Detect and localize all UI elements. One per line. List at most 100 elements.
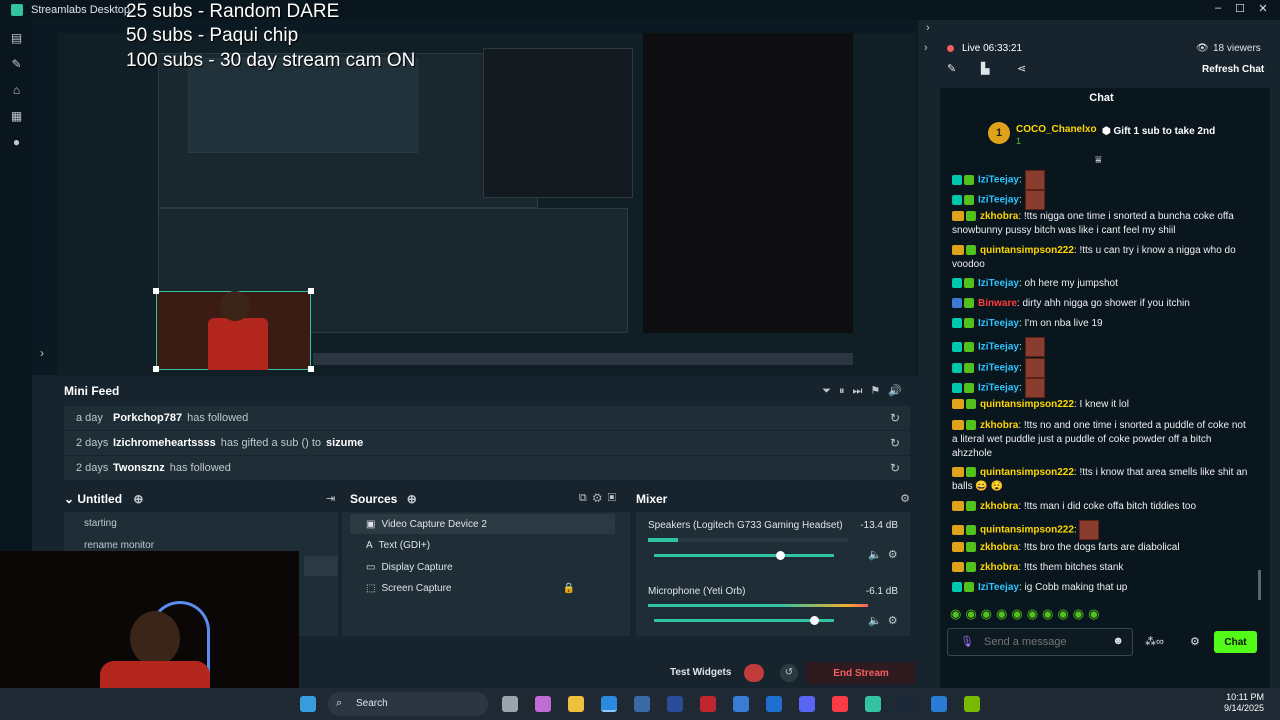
expand-chevron-icon[interactable]: › bbox=[40, 346, 44, 360]
selected-scene-highlight[interactable] bbox=[304, 556, 338, 576]
record-icon[interactable]: ● bbox=[10, 136, 23, 149]
source-item[interactable]: ▣ Video Capture Device 2 bbox=[350, 514, 615, 534]
chat-scrollbar[interactable] bbox=[1258, 570, 1261, 600]
steam-icon[interactable] bbox=[898, 696, 914, 712]
discord-icon[interactable] bbox=[799, 696, 815, 712]
minimize-button[interactable]: – bbox=[1208, 2, 1228, 14]
replay-icon[interactable]: ↻ bbox=[890, 411, 900, 425]
top-strip: › bbox=[926, 20, 1280, 40]
streamer-head bbox=[220, 291, 250, 321]
replay-icon[interactable]: ↻ bbox=[890, 436, 900, 450]
maximize-button[interactable]: ☐ bbox=[1230, 2, 1250, 15]
pinned-user[interactable]: COCO_Chanelxo bbox=[1016, 124, 1097, 135]
store-app-icon[interactable] bbox=[634, 696, 650, 712]
end-stream-button[interactable]: End Stream bbox=[806, 662, 916, 684]
event-user[interactable]: Twonsznz bbox=[113, 462, 165, 474]
task-view-icon[interactable] bbox=[502, 696, 518, 712]
emoji-icon[interactable]: ☻ bbox=[1112, 635, 1124, 647]
scene-item[interactable]: starting bbox=[84, 518, 117, 529]
edge-icon[interactable] bbox=[601, 696, 617, 712]
overlay-goal-2: 50 subs - Paqui chip bbox=[126, 25, 299, 46]
event-user[interactable]: Izichromeheartssss bbox=[113, 437, 216, 449]
themes-icon[interactable]: ✎ bbox=[10, 58, 23, 71]
source-item[interactable]: ▭ Display Capture bbox=[350, 557, 615, 577]
resize-handle[interactable] bbox=[153, 366, 159, 372]
source-item[interactable]: A Text (GDI+) bbox=[350, 535, 615, 555]
screen-capture-icon: ⬚ bbox=[366, 582, 376, 594]
nested-preview-inner bbox=[188, 58, 418, 153]
scenes-title[interactable]: ⌄ Untitled ⊕ bbox=[64, 492, 143, 506]
taskbar-search[interactable]: ⌕ Search bbox=[328, 692, 488, 716]
streamlabs-icon[interactable] bbox=[865, 696, 881, 712]
panel-chevron-icon[interactable]: › bbox=[926, 22, 930, 34]
search-label: Search bbox=[356, 698, 388, 709]
preview-canvas[interactable] bbox=[58, 33, 916, 376]
search-icon: ⌕ bbox=[336, 697, 343, 709]
copilot-icon[interactable] bbox=[535, 696, 551, 712]
resize-handle[interactable] bbox=[308, 366, 314, 372]
chat-message: Binware: dirty ahh nigga go shower if yo… bbox=[952, 297, 1252, 311]
channel-controls[interactable]: 🔈⚙ bbox=[868, 614, 904, 627]
scene-item[interactable]: rename monitor bbox=[84, 540, 154, 551]
replay-icon[interactable]: ↻ bbox=[890, 461, 900, 475]
chat-settings-icon[interactable]: ⚙ bbox=[1190, 635, 1200, 648]
mixer-settings-icon[interactable]: ⚙ bbox=[900, 492, 910, 505]
mic-icon[interactable]: 🎙 bbox=[960, 635, 974, 648]
dashboard-icon[interactable]: ▙ bbox=[981, 62, 989, 75]
chat-input-box[interactable]: 🎙 ☻ bbox=[947, 628, 1133, 656]
event-action: has followed bbox=[187, 412, 249, 424]
replay-buffer-icon[interactable]: ↺ bbox=[780, 664, 798, 682]
refresh-chat-button[interactable]: Refresh Chat bbox=[1202, 64, 1264, 75]
mini-feed-controls[interactable]: ⏷⏸⏭⚑🔊 bbox=[822, 384, 910, 398]
source-item[interactable]: ⬚ Screen Capture 🔒 bbox=[350, 578, 615, 598]
taskbar-clock[interactable]: 10:11 PM 9/14/2025 bbox=[1224, 692, 1264, 714]
source-toolbar[interactable]: ⧉⚙▣ bbox=[579, 492, 622, 505]
emote-icon bbox=[1024, 170, 1045, 190]
start-icon[interactable] bbox=[300, 696, 316, 712]
stream-preview[interactable]: › bbox=[32, 20, 928, 376]
points-icon[interactable]: ⁂∞ bbox=[1145, 635, 1164, 648]
mail-icon[interactable] bbox=[766, 696, 782, 712]
resize-handle[interactable] bbox=[308, 288, 314, 294]
nvidia-icon[interactable] bbox=[964, 696, 980, 712]
app-icon[interactable] bbox=[733, 696, 749, 712]
file-explorer-icon[interactable] bbox=[568, 696, 584, 712]
streamer-face bbox=[130, 611, 180, 666]
collapse-chevron-icon[interactable]: › bbox=[924, 42, 928, 54]
close-button[interactable]: ✕ bbox=[1253, 2, 1273, 15]
volume-slider-thumb[interactable] bbox=[810, 616, 819, 625]
scene-transition-icon[interactable]: ⇥ bbox=[326, 492, 335, 505]
add-source-icon[interactable]: ⊕ bbox=[407, 492, 417, 506]
channel-controls[interactable]: 🔈⚙ bbox=[868, 548, 904, 561]
volume-slider[interactable] bbox=[654, 554, 834, 557]
lock-icon[interactable]: 🔒 bbox=[563, 583, 575, 594]
store-icon[interactable]: ⌂ bbox=[10, 84, 23, 97]
resize-handle[interactable] bbox=[153, 288, 159, 294]
chat-message: IziTeejay: bbox=[952, 190, 1252, 210]
sources-title: Sources ⊕ bbox=[350, 492, 417, 506]
event-recipient[interactable]: sizume bbox=[326, 437, 363, 449]
send-chat-button[interactable]: Chat bbox=[1214, 631, 1257, 653]
valorant-icon[interactable] bbox=[700, 696, 716, 712]
test-widget-toggle[interactable] bbox=[744, 664, 764, 682]
event-user[interactable]: Porkchop787 bbox=[113, 412, 182, 424]
editor-icon[interactable]: ▤ bbox=[10, 32, 23, 45]
share-icon[interactable]: ⋖ bbox=[1017, 62, 1026, 75]
launcher-l-icon[interactable] bbox=[667, 696, 683, 712]
add-scene-icon[interactable]: ⊕ bbox=[133, 492, 143, 506]
window-title: Streamlabs Desktop bbox=[31, 4, 131, 16]
layout-icon[interactable]: ▦ bbox=[10, 110, 23, 123]
edit-stream-icon[interactable]: ✎ bbox=[947, 62, 956, 75]
video-capture-icon: ▣ bbox=[366, 518, 376, 530]
music-icon[interactable] bbox=[832, 696, 848, 712]
volume-slider-thumb[interactable] bbox=[776, 551, 785, 560]
photos-icon[interactable] bbox=[931, 696, 947, 712]
chat-message-input[interactable] bbox=[984, 634, 1104, 650]
emote-icon bbox=[1024, 378, 1045, 398]
emote-bar[interactable]: ◉◉◉◉◉◉◉◉◉◉ bbox=[950, 606, 1103, 622]
pin-toggle-icon[interactable]: ⩸ bbox=[1095, 154, 1102, 167]
test-widgets-label[interactable]: Test Widgets bbox=[670, 667, 731, 678]
chat-message: IziTeejay: bbox=[952, 337, 1252, 357]
chat-title: Chat bbox=[1089, 92, 1114, 104]
volume-slider[interactable] bbox=[654, 619, 834, 622]
